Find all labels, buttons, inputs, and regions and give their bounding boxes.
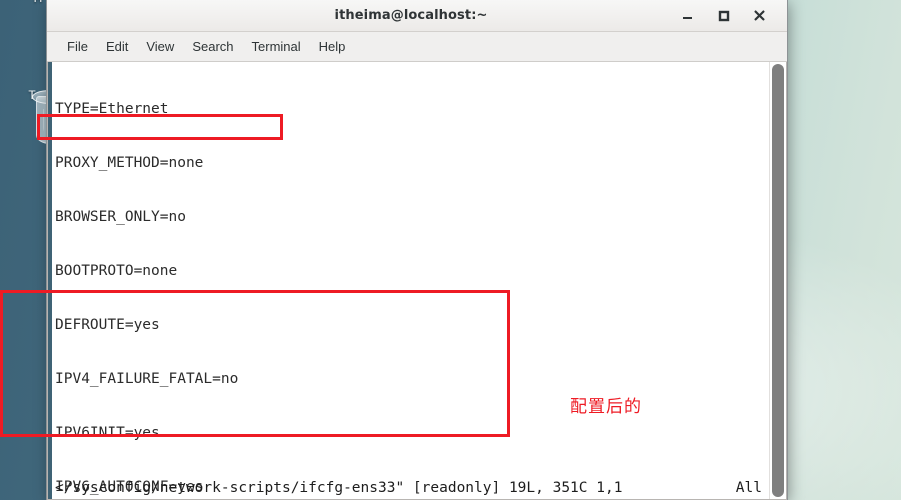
buffer-line: IPV4_FAILURE_FATAL=no <box>55 371 239 387</box>
vim-status-line: </sysconfig/network-scripts/ifcfg-ens33"… <box>52 478 768 497</box>
menu-bar: File Edit View Search Terminal Help <box>47 32 787 62</box>
minimize-icon[interactable] <box>679 8 695 24</box>
maximize-icon[interactable] <box>715 8 731 24</box>
vim-buffer-text[interactable]: TYPE=Ethernet PROXY_METHOD=none BROWSER_… <box>52 62 769 499</box>
menu-item-search[interactable]: Search <box>183 36 242 57</box>
buffer-line: TYPE=Ethernet <box>55 101 169 117</box>
menu-item-terminal[interactable]: Terminal <box>243 36 310 57</box>
terminal-window[interactable]: itheima@localhost:~ File Edit View Searc… <box>47 0 787 500</box>
menu-item-file[interactable]: File <box>58 36 97 57</box>
buffer-line: PROXY_METHOD=none <box>55 155 204 171</box>
vim-status-file-info: </sysconfig/network-scripts/ifcfg-ens33"… <box>55 479 623 496</box>
menu-item-help[interactable]: Help <box>310 36 355 57</box>
scrollbar-thumb[interactable] <box>772 64 784 497</box>
window-controls <box>679 8 787 24</box>
annotation-note-text: 配置后的 <box>570 397 642 417</box>
window-title: itheima@localhost:~ <box>334 8 488 23</box>
close-icon[interactable] <box>751 8 767 24</box>
desktop-background: H T itheima@localhost:~ <box>0 0 901 500</box>
buffer-line: IPV6INIT=yes <box>55 425 160 441</box>
terminal-content-area[interactable]: TYPE=Ethernet PROXY_METHOD=none BROWSER_… <box>47 62 787 500</box>
window-titlebar[interactable]: itheima@localhost:~ <box>47 0 787 32</box>
buffer-line: BROWSER_ONLY=no <box>55 209 186 225</box>
buffer-line: DEFROUTE=yes <box>55 317 160 333</box>
menu-item-view[interactable]: View <box>137 36 183 57</box>
menu-item-edit[interactable]: Edit <box>97 36 137 57</box>
vim-status-position: All <box>735 479 762 496</box>
terminal-scrollbar[interactable] <box>769 62 786 499</box>
buffer-line-bootproto: BOOTPROTO=none <box>55 263 178 279</box>
